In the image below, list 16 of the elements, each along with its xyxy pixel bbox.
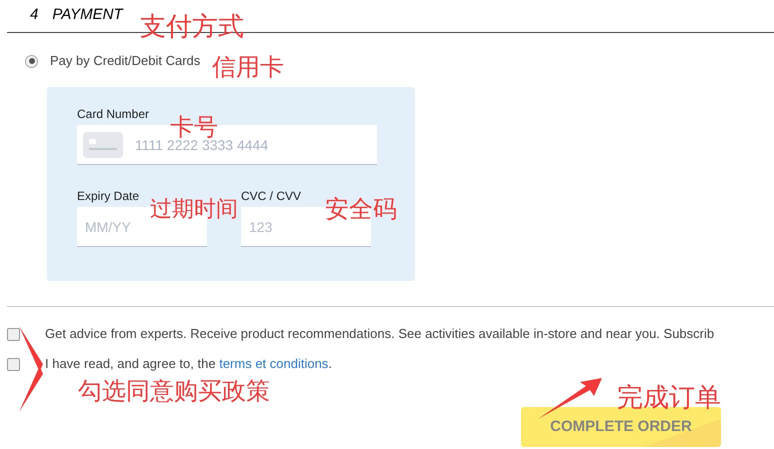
field-label: CVC / CVV [241, 188, 302, 205]
credit-card-icon [83, 132, 123, 158]
radio-button[interactable] [25, 54, 38, 68]
consent-text: I have read, and agree to, the terms et conditions. [45, 355, 332, 374]
section-title: PAYMENT [52, 5, 123, 25]
section-number: 4 [30, 5, 38, 25]
annotation-text: 信用卡 [212, 56, 284, 80]
terms-link[interactable]: terms et conditions [219, 356, 328, 372]
field-label: Card Number [77, 106, 150, 123]
annotation-arrow [536, 376, 604, 420]
checkbox[interactable] [7, 358, 20, 370]
radio-label[interactable]: Pay by Credit/Debit Cards [50, 51, 200, 71]
checkbox[interactable] [7, 328, 20, 340]
field-label: Expiry Date [77, 188, 140, 205]
consent-text: Get advice from experts. Receive product recommendations. See activities available in-store and near you. Subscrib [45, 325, 714, 344]
annotation-text: 勾选同意购买政策 [78, 380, 270, 404]
